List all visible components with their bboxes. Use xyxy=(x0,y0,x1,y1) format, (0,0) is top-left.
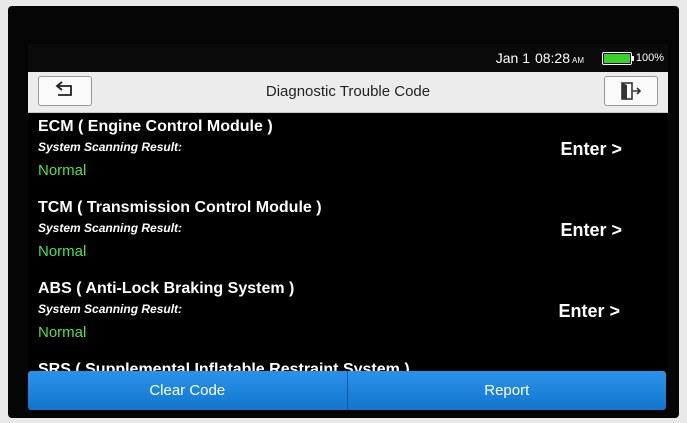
scan-result: Normal xyxy=(38,243,87,260)
enter-button-abs[interactable]: Enter > xyxy=(558,301,620,322)
battery-percent: 100% xyxy=(635,52,664,64)
system-item-ecm[interactable]: ECM ( Engine Control Module ) System Sca… xyxy=(28,112,668,194)
clear-code-button[interactable]: Clear Code xyxy=(28,371,347,410)
status-date: Jan 1 xyxy=(495,50,530,66)
system-item-abs[interactable]: ABS ( Anti-Lock Braking System ) System … xyxy=(28,274,668,356)
status-bar: Jan 1 08:28 AM 100% xyxy=(28,44,668,72)
report-button[interactable]: Report xyxy=(346,371,666,410)
scan-result: Normal xyxy=(38,324,87,341)
system-name: ABS ( Anti-Lock Braking System ) xyxy=(38,280,295,297)
page-title: Diagnostic Trouble Code xyxy=(265,83,431,100)
enter-button-tcm[interactable]: Enter > xyxy=(560,220,622,241)
battery-fill xyxy=(604,54,630,63)
status-ampm: AM xyxy=(572,56,584,65)
battery-tip xyxy=(632,56,634,61)
enter-button-ecm[interactable]: Enter > xyxy=(560,139,622,160)
device-screen: Jan 1 08:28 AM 100% Diagnostic Trouble Co… xyxy=(28,44,668,414)
exit-door-icon xyxy=(621,82,642,100)
title-bar: Diagnostic Trouble Code xyxy=(28,72,668,113)
system-item-tcm[interactable]: TCM ( Transmission Control Module ) Syst… xyxy=(28,193,668,275)
status-clock: 08:28 AM xyxy=(535,50,584,66)
scan-label: System Scanning Result: xyxy=(38,302,183,316)
scan-label: System Scanning Result: xyxy=(38,140,183,154)
exit-button[interactable] xyxy=(604,76,658,106)
status-time: 08:28 xyxy=(534,50,570,66)
scan-label: System Scanning Result: xyxy=(38,221,183,235)
system-name: ECM ( Engine Control Module ) xyxy=(38,118,273,135)
bottom-action-bar: Clear Code Report xyxy=(28,371,666,410)
battery-icon xyxy=(602,52,634,65)
system-name: TCM ( Transmission Control Module ) xyxy=(38,199,322,216)
scan-result: Normal xyxy=(38,162,87,179)
